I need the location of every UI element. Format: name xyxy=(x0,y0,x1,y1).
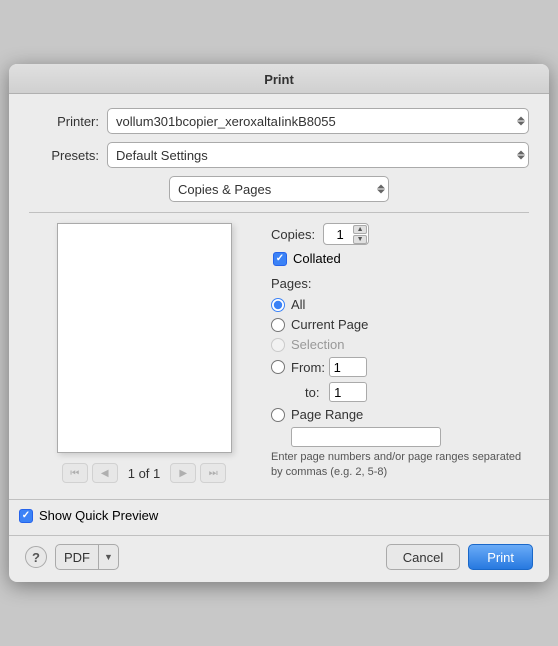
next-page-button[interactable]: ▶ xyxy=(170,463,196,483)
section-select[interactable]: Copies & Pages xyxy=(169,176,389,202)
selection-radio-label: Selection xyxy=(291,337,344,352)
copies-decrement-button[interactable]: ▼ xyxy=(353,235,367,244)
from-radio-label: From: xyxy=(291,360,325,375)
from-input[interactable] xyxy=(329,357,367,377)
from-radio-row: From: xyxy=(271,357,529,377)
presets-row: Presets: Default Settings xyxy=(29,142,529,168)
footer: ? PDF ▼ Cancel Print xyxy=(9,536,549,582)
print-dialog: Print Printer: vollum301bcopier_xeroxalt… xyxy=(9,64,549,582)
page-preview xyxy=(57,223,232,453)
show-preview-row: Show Quick Preview xyxy=(9,500,549,529)
nav-bar: ⏮ ◀ 1 of 1 ▶ ⏭ xyxy=(62,463,227,483)
dialog-title: Print xyxy=(9,64,549,94)
pdf-dropdown-arrow[interactable]: ▼ xyxy=(98,545,118,569)
all-radio[interactable] xyxy=(271,298,285,312)
print-button[interactable]: Print xyxy=(468,544,533,570)
printer-select-wrapper: vollum301bcopier_xeroxaltaIinkB8055 xyxy=(107,108,529,134)
current-page-radio-row: Current Page xyxy=(271,317,529,332)
printer-row: Printer: vollum301bcopier_xeroxaltaIinkB… xyxy=(29,108,529,134)
to-row: to: xyxy=(305,382,529,402)
help-button[interactable]: ? xyxy=(25,546,47,568)
from-radio[interactable] xyxy=(271,360,285,374)
printer-label: Printer: xyxy=(29,114,99,129)
main-area: ⏮ ◀ 1 of 1 ▶ ⏭ Copies: ▲ ▼ xyxy=(29,223,529,483)
page-count: 1 of 1 xyxy=(128,466,161,481)
page-range-radio-label: Page Range xyxy=(291,407,363,422)
selection-radio-row: Selection xyxy=(271,337,529,352)
all-radio-label: All xyxy=(291,297,305,312)
copies-label: Copies: xyxy=(271,227,315,242)
presets-label: Presets: xyxy=(29,148,99,163)
page-range-radio-row: Page Range xyxy=(271,407,529,422)
cancel-button[interactable]: Cancel xyxy=(386,544,460,570)
options-area: Copies: ▲ ▼ Collated Pages: xyxy=(271,223,529,483)
collated-label: Collated xyxy=(293,251,341,266)
presets-select-wrapper: Default Settings xyxy=(107,142,529,168)
copies-input-wrap: ▲ ▼ xyxy=(323,223,369,245)
last-page-button[interactable]: ⏭ xyxy=(200,463,226,483)
printer-select[interactable]: vollum301bcopier_xeroxaltaIinkB8055 xyxy=(107,108,529,134)
to-label: to: xyxy=(305,385,319,400)
copies-stepper: ▲ ▼ xyxy=(353,225,367,244)
pages-section-label: Pages: xyxy=(271,276,529,291)
preview-area: ⏮ ◀ 1 of 1 ▶ ⏭ xyxy=(29,223,259,483)
current-page-radio-label: Current Page xyxy=(291,317,368,332)
first-page-button[interactable]: ⏮ xyxy=(62,463,88,483)
page-range-radio[interactable] xyxy=(271,408,285,422)
page-range-input[interactable] xyxy=(291,427,441,447)
collated-checkbox[interactable] xyxy=(273,252,287,266)
to-input[interactable] xyxy=(329,382,367,402)
show-preview-checkbox[interactable] xyxy=(19,509,33,523)
page-range-hint: Enter page numbers and/or page ranges se… xyxy=(271,450,529,481)
presets-select[interactable]: Default Settings xyxy=(107,142,529,168)
show-preview-label: Show Quick Preview xyxy=(39,508,158,523)
selection-radio[interactable] xyxy=(271,338,285,352)
separator xyxy=(29,212,529,213)
current-page-radio[interactable] xyxy=(271,318,285,332)
collated-row: Collated xyxy=(273,251,529,266)
section-row: Copies & Pages xyxy=(29,176,529,202)
all-radio-row: All xyxy=(271,297,529,312)
prev-page-button[interactable]: ◀ xyxy=(92,463,118,483)
copies-increment-button[interactable]: ▲ xyxy=(353,225,367,234)
pdf-label: PDF xyxy=(56,550,98,565)
section-select-wrapper: Copies & Pages xyxy=(169,176,389,202)
pdf-button[interactable]: PDF ▼ xyxy=(55,544,119,570)
copies-row: Copies: ▲ ▼ xyxy=(271,223,529,245)
